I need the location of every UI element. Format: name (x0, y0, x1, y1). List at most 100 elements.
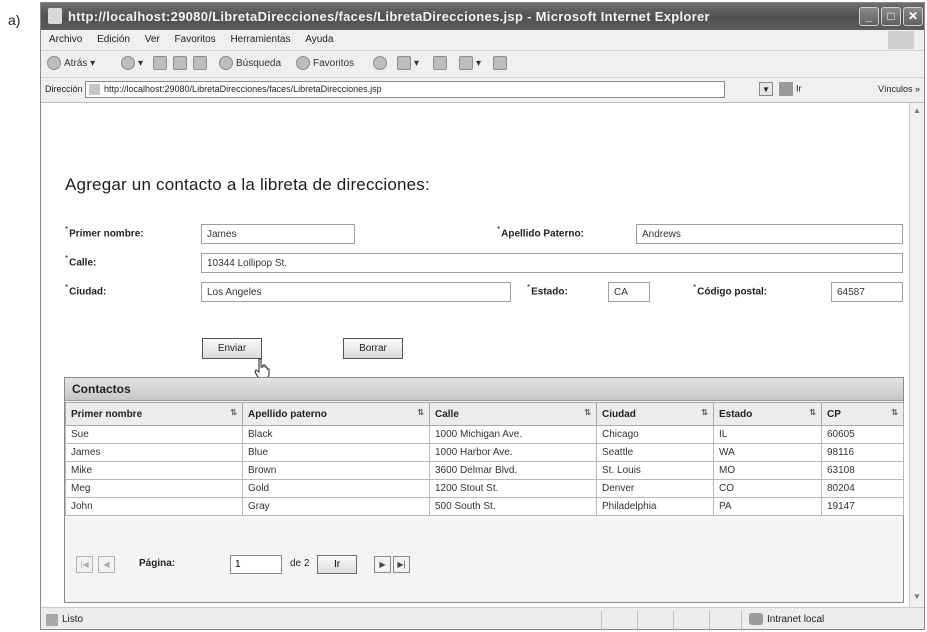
previous-page-button[interactable]: ◀ (98, 556, 115, 573)
page-label: Página: (139, 558, 176, 569)
table-cell: St. Louis (596, 461, 714, 480)
page-number-input[interactable] (230, 555, 282, 574)
address-label: Dirección (45, 84, 83, 94)
title-bar[interactable]: http://localhost:29080/LibretaDireccione… (41, 3, 924, 30)
table-cell: MO (713, 461, 822, 480)
menu-favoritos[interactable]: Favoritos (175, 34, 216, 45)
sort-icon[interactable]: ⇅ (809, 408, 816, 417)
sort-icon[interactable]: ⇅ (701, 408, 708, 417)
star-icon (296, 56, 310, 71)
zip-field[interactable] (831, 282, 903, 302)
address-dropdown-button[interactable]: ▼ (759, 82, 773, 96)
back-button[interactable]: Atrás ▾ (47, 55, 95, 73)
forward-button[interactable]: ▾ (121, 55, 143, 73)
sort-icon[interactable]: ⇅ (891, 408, 898, 417)
next-page-button[interactable]: ▶ (374, 556, 391, 573)
page-count: de 2 (290, 558, 310, 569)
discuss-button[interactable] (493, 55, 510, 73)
table-cell: 80204 (821, 479, 904, 498)
menu-ayuda[interactable]: Ayuda (305, 34, 333, 45)
table-cell: CO (713, 479, 822, 498)
scroll-down-icon[interactable]: ▼ (912, 592, 922, 604)
last-name-label: *Apellido Paterno: (497, 225, 584, 240)
table-cell: 19147 (821, 497, 904, 516)
submit-button[interactable]: Enviar (202, 338, 262, 359)
menu-herramientas[interactable]: Herramientas (230, 34, 290, 45)
column-header-state[interactable]: Estado ⇅ (713, 402, 822, 426)
city-label: *Ciudad: (65, 283, 107, 298)
status-bar: Listo Intranet local (41, 607, 924, 629)
go-arrow-icon (779, 82, 793, 96)
page-content: Agregar un contacto a la libreta de dire… (41, 103, 909, 607)
table-cell: 1000 Harbor Ave. (429, 443, 597, 462)
table-row: Mike Brown 3600 Delmar Blvd. St. Louis MO 631… (65, 461, 904, 480)
vertical-scrollbar[interactable]: ▲ ▼ (909, 103, 924, 607)
back-arrow-icon (47, 56, 61, 71)
security-zone: Intranet local (749, 608, 824, 629)
favorites-button[interactable]: Favoritos (296, 55, 354, 73)
table-row: James Blue 1000 Harbor Ave. Seattle WA 98116 (65, 443, 904, 462)
state-field[interactable] (608, 282, 650, 302)
minimize-button[interactable]: _ (859, 7, 879, 26)
scroll-up-icon[interactable]: ▲ (912, 106, 922, 118)
table-cell: Sue (65, 425, 243, 444)
last-name-field[interactable] (636, 224, 903, 244)
column-header-zip[interactable]: CP ⇅ (821, 402, 904, 426)
history-button[interactable] (373, 55, 390, 73)
close-button[interactable]: ✕ (903, 7, 923, 26)
table-cell: PA (713, 497, 822, 516)
status-divider (601, 611, 602, 629)
table-cell: 1200 Stout St. (429, 479, 597, 498)
first-name-label: *Primer nombre: (65, 225, 144, 240)
address-input[interactable]: http://localhost:29080/LibretaDireccione… (85, 81, 725, 98)
refresh-button[interactable] (173, 55, 190, 73)
city-field[interactable] (201, 282, 511, 302)
sort-icon[interactable]: ⇅ (230, 408, 237, 417)
page-heading: Agregar un contacto a la libreta de dire… (65, 175, 430, 194)
stop-button[interactable] (153, 55, 170, 73)
table-cell: Brown (242, 461, 430, 480)
menu-bar: Archivo Edición Ver Favoritos Herramient… (41, 30, 924, 51)
first-name-field[interactable] (201, 224, 355, 244)
links-button[interactable]: Vínculos » (878, 84, 920, 94)
figure-label: a) (8, 12, 21, 28)
page-icon (89, 84, 100, 95)
pagination-bar: |◀ ◀ Página: de 2 Ir ▶ ▶| (65, 546, 903, 602)
contacts-table: Primer nombre ⇅ Apellido paterno ⇅ Calle ⇅ … (65, 402, 904, 516)
status-divider (741, 611, 742, 629)
page-go-button[interactable]: Ir (317, 555, 357, 574)
table-cell: Denver (596, 479, 714, 498)
menu-archivo[interactable]: Archivo (49, 34, 82, 45)
print-button[interactable] (433, 55, 450, 73)
column-header-city[interactable]: Ciudad ⇅ (596, 402, 714, 426)
go-button[interactable]: Ir (779, 82, 802, 96)
search-button[interactable]: Búsqueda (219, 55, 281, 73)
home-button[interactable] (193, 55, 210, 73)
table-cell: Gold (242, 479, 430, 498)
sort-icon[interactable]: ⇅ (417, 408, 424, 417)
toolbar: Atrás ▾ ▾ Búsqueda Favoritos ▾ ▾ (41, 51, 924, 78)
column-header-last-name[interactable]: Apellido paterno ⇅ (242, 402, 430, 426)
first-page-button[interactable]: |◀ (76, 556, 93, 573)
table-cell: Gray (242, 497, 430, 516)
street-label: *Calle: (65, 254, 97, 269)
column-header-first-name[interactable]: Primer nombre ⇅ (65, 402, 243, 426)
mail-icon (397, 56, 411, 71)
menu-edicion[interactable]: Edición (97, 34, 130, 45)
menu-ver[interactable]: Ver (145, 34, 160, 45)
table-row: John Gray 500 South St. Philadelphia PA 19147 (65, 497, 904, 516)
column-header-street[interactable]: Calle ⇅ (429, 402, 597, 426)
maximize-button[interactable]: □ (881, 7, 901, 26)
last-page-button[interactable]: ▶| (393, 556, 410, 573)
address-url: http://localhost:29080/LibretaDireccione… (104, 84, 382, 94)
table-cell: 98116 (821, 443, 904, 462)
clear-button[interactable]: Borrar (343, 338, 403, 359)
sort-icon[interactable]: ⇅ (584, 408, 591, 417)
mail-button[interactable]: ▾ (397, 55, 419, 73)
edit-icon (459, 56, 473, 71)
street-field[interactable] (201, 253, 903, 273)
discuss-icon (493, 56, 507, 71)
browser-window: http://localhost:29080/LibretaDireccione… (40, 2, 925, 630)
edit-button[interactable]: ▾ (459, 55, 481, 73)
refresh-icon (173, 56, 187, 71)
